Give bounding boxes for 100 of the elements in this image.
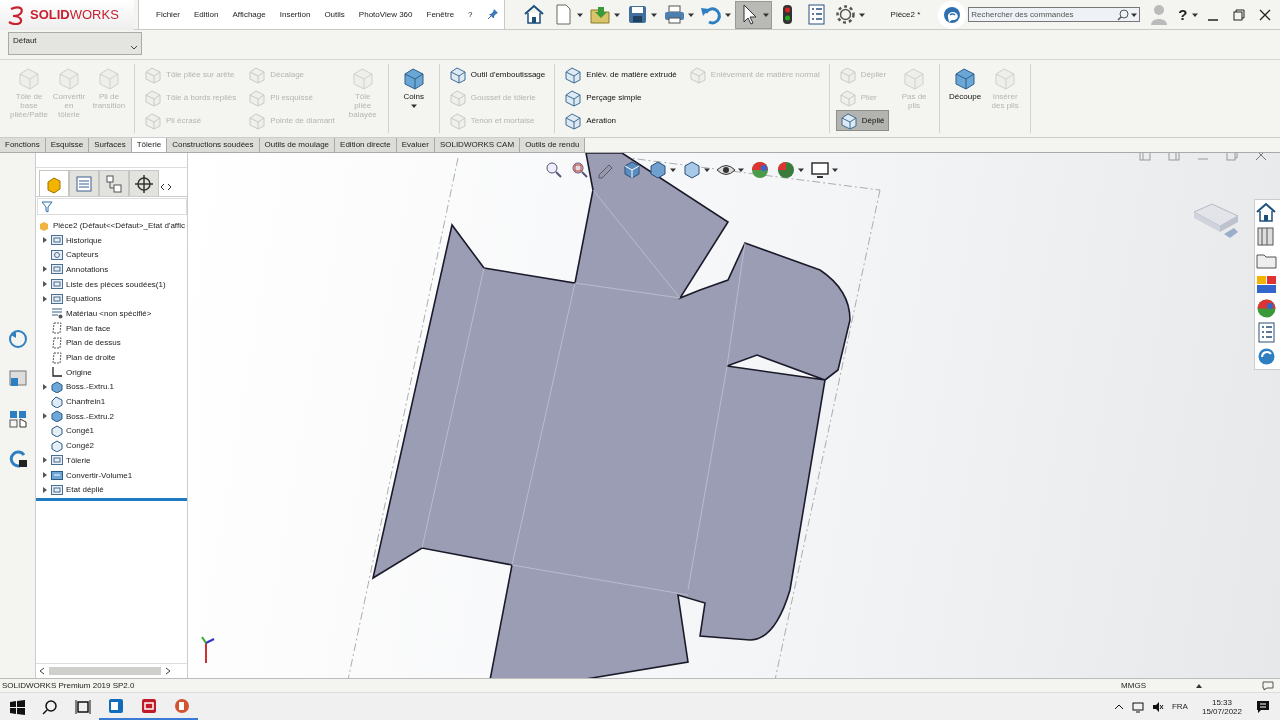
ribbon-button[interactable]: Aération [561, 110, 680, 131]
section-cube-icon[interactable] [622, 160, 642, 180]
zoom-fit-icon[interactable] [544, 160, 564, 180]
caret-icon[interactable] [613, 11, 620, 18]
expand-arrow-icon[interactable] [42, 295, 48, 302]
caret-icon[interactable] [670, 167, 676, 173]
notification-icon[interactable] [1256, 699, 1270, 714]
caret-icon[interactable] [858, 11, 865, 18]
tree-item[interactable]: Plan de dessus [36, 335, 187, 351]
chat-icon[interactable] [943, 5, 962, 24]
menu-item[interactable]: Outils [317, 9, 352, 19]
list-icon[interactable] [1255, 321, 1278, 344]
expand-arrow-icon[interactable] [42, 281, 48, 288]
sphere-icon[interactable] [1255, 297, 1278, 320]
caret-up-icon[interactable] [1196, 682, 1202, 689]
ribbon-button[interactable]: Déplié [835, 110, 890, 131]
tree-item[interactable]: Congé2 [36, 438, 187, 453]
tree-item[interactable]: Matériau <non spécifié> [36, 306, 187, 321]
scrollbar-thumb[interactable] [49, 667, 161, 675]
tree-item[interactable]: Pièce2 (Défaut<<Défaut>_Etat d'affic [36, 218, 187, 233]
tree-item[interactable]: Plan de droite [36, 350, 187, 365]
tree-item[interactable]: Boss.-Extru.1 [36, 379, 187, 395]
tab[interactable]: Fonctions [0, 138, 46, 152]
scroll-right-icon[interactable] [165, 667, 171, 675]
search-field[interactable]: Rechercher des commandes [969, 8, 1116, 21]
ribbon-button[interactable]: Coins [394, 64, 433, 133]
configuration-dropdown[interactable]: Défaut [8, 32, 142, 55]
tree-item[interactable]: Chanfrein1 [36, 394, 187, 409]
expand-arrow-icon[interactable] [42, 472, 48, 479]
chevron-up-icon[interactable] [1113, 702, 1124, 711]
palette-icon[interactable] [1255, 273, 1278, 296]
tab[interactable]: Surfaces [89, 138, 132, 152]
caret-icon[interactable] [762, 11, 769, 18]
tree-item[interactable]: Annotations [36, 262, 187, 277]
ribbon-button[interactable]: Outil d'emboutissage [445, 64, 549, 85]
tree-item[interactable]: Convertir-Volume1 [36, 467, 187, 483]
restore-icon[interactable] [1232, 7, 1246, 22]
tree-item[interactable]: Liste des pièces soudées(1) [36, 276, 187, 292]
rollback-bar[interactable] [36, 498, 187, 502]
ribbon-button[interactable]: Découpe [946, 64, 985, 133]
zoom-area-icon[interactable] [570, 160, 590, 180]
caret-icon[interactable] [1191, 11, 1198, 18]
scroll-left-icon[interactable] [39, 667, 45, 675]
tab[interactable]: Esquisse [45, 138, 90, 152]
scroll-arrows-icon[interactable] [159, 182, 173, 192]
tab[interactable]: Edition directe [335, 138, 397, 152]
monitor-icon[interactable] [810, 160, 830, 180]
caret-icon[interactable] [410, 103, 417, 109]
tab[interactable]: Constructions soudées [167, 138, 260, 152]
clock-date[interactable]: 15/07/2022 [1201, 706, 1242, 716]
panel-tab[interactable] [129, 170, 159, 196]
expand-arrow-icon[interactable] [42, 413, 48, 420]
menu-item[interactable]: Fenêtre [419, 9, 462, 19]
expand-arrow-icon[interactable] [42, 457, 48, 464]
rotate-view-icon[interactable] [7, 329, 28, 349]
tab[interactable]: SOLIDWORKS CAM [434, 138, 521, 152]
close-icon[interactable] [1258, 7, 1272, 22]
expand-arrow-icon[interactable] [42, 266, 48, 273]
rebuild-lock-icon[interactable] [7, 449, 28, 469]
pin-icon[interactable] [487, 9, 498, 19]
cube-icon[interactable] [648, 160, 668, 180]
tree-item[interactable]: Historique [36, 232, 187, 248]
chat-icon[interactable] [1262, 680, 1274, 691]
menu-item[interactable]: ? [461, 9, 480, 19]
caret-icon[interactable] [798, 167, 804, 173]
caret-icon[interactable] [650, 11, 657, 18]
tab[interactable]: Evaluer [396, 138, 435, 152]
search-bar[interactable]: Rechercher des commandes [968, 7, 1141, 22]
tab[interactable]: Outils de moulage [259, 138, 336, 152]
select-button[interactable] [734, 0, 772, 29]
caret-icon[interactable] [704, 167, 710, 173]
cube-icon[interactable] [682, 160, 702, 180]
tab[interactable]: Outils de rendu [520, 138, 586, 152]
menu-item[interactable]: Affichage [225, 9, 273, 19]
tree-item[interactable]: Capteurs [36, 247, 187, 263]
settings-icon[interactable] [833, 3, 857, 26]
ribbon-button[interactable]: Perçage simple [561, 87, 680, 108]
home-icon[interactable] [522, 3, 546, 26]
caret-icon[interactable] [724, 11, 731, 18]
network-icon[interactable] [1131, 700, 1144, 713]
sphere-icon[interactable] [776, 160, 796, 180]
caret-icon[interactable] [738, 167, 744, 173]
expand-arrow-icon[interactable] [42, 237, 48, 244]
menu-item[interactable]: PhotoView 360 [351, 9, 420, 19]
tree-item[interactable]: Equations [36, 291, 187, 307]
caret-icon[interactable] [687, 11, 694, 18]
tree-item[interactable]: Boss.-Extru.2 [36, 408, 187, 424]
home-icon[interactable] [1255, 201, 1278, 224]
language-indicator[interactable]: FRA [1171, 702, 1188, 711]
menu-item[interactable]: Edition [187, 9, 226, 19]
menu-item[interactable]: Insertion [272, 9, 318, 19]
tree-item[interactable]: Congé1 [36, 423, 187, 439]
expand-arrow-icon[interactable] [42, 383, 48, 390]
units-label[interactable]: MMGS [1121, 681, 1146, 690]
expand-arrow-icon[interactable] [42, 486, 48, 493]
help-button[interactable]: ? [1178, 6, 1188, 23]
printer-icon[interactable] [662, 3, 686, 26]
tree-item[interactable]: Plan de face [36, 320, 187, 336]
caret-icon[interactable] [576, 11, 583, 18]
sphere-icon[interactable] [750, 160, 770, 180]
